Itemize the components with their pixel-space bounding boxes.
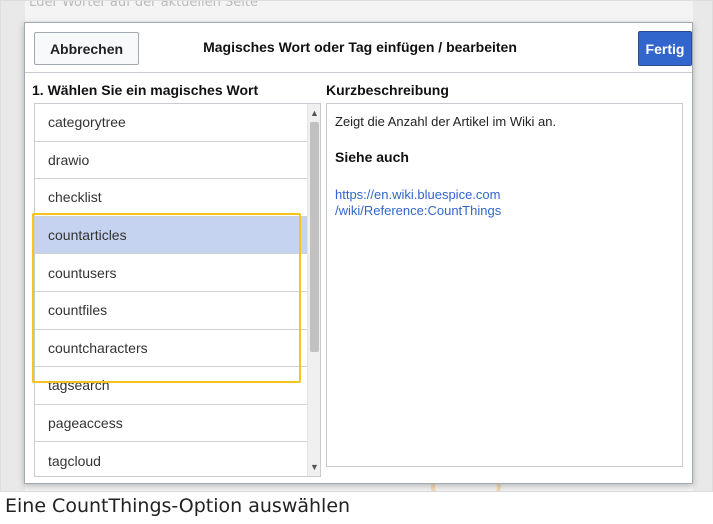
scrollbar-thumb[interactable] [310,122,319,352]
description-text: Zeigt die Anzahl der Artikel im Wiki an. [335,114,557,129]
reference-link-line2: /wiki/Reference:CountThings [335,203,502,218]
list-item-label: countarticles [48,227,127,244]
list-item-countarticles[interactable]: countarticles [35,216,307,255]
list-item-label: categorytree [48,114,126,131]
list-item-label: checklist [48,189,102,206]
list-item-countcharacters[interactable]: countcharacters [35,330,307,368]
magic-word-list[interactable]: categorytree drawio checklist countarticles… [34,103,321,477]
see-also-heading: Siehe auch [335,149,409,165]
list-item-label: countfiles [48,302,108,319]
description-panel: Zeigt die Anzahl der Artikel im Wiki an.… [326,103,683,467]
dialog-header: Abbrechen Magisches Wort oder Tag einfüg… [25,23,692,73]
list-scrollbar[interactable]: ▲ ▼ [307,104,320,476]
done-button[interactable]: Fertig [638,31,692,66]
magic-word-list-heading: 1. Wählen Sie ein magisches Wort [32,82,259,98]
list-item-checklist[interactable]: checklist [35,179,307,217]
magic-word-dialog: Abbrechen Magisches Wort oder Tag einfüg… [24,22,693,484]
list-item-label: drawio [48,151,90,168]
dialog-title: Magisches Wort oder Tag einfügen / bearb… [203,39,517,55]
list-item-countusers[interactable]: countusers [35,254,307,292]
background-partial-text: Lder Worter auf der aktuellen Seite [29,0,258,10]
list-item-label: countusers [48,264,117,281]
cancel-button[interactable]: Abbrechen [34,32,139,65]
magic-word-list-items: categorytree drawio checklist countarticles… [35,104,307,476]
scroll-down-icon[interactable]: ▼ [308,460,320,474]
list-item-label: tagcloud [48,452,101,469]
reference-link-line1: https://en.wiki.bluespice.com [335,187,501,202]
list-item-label: tagsearch [48,377,110,394]
list-item-categorytree[interactable]: categorytree [35,104,307,142]
list-item-pageaccess[interactable]: pageaccess [35,405,307,443]
list-item-drawio[interactable]: drawio [35,142,307,180]
list-item-tagcloud[interactable]: tagcloud [35,442,307,476]
reference-link[interactable]: https://en.wiki.bluespice.com /wiki/Refe… [335,187,674,219]
scroll-up-icon[interactable]: ▲ [308,106,320,120]
list-item-countfiles[interactable]: countfiles [35,292,307,330]
list-item-label: pageaccess [48,415,123,432]
image-caption: Eine CountThings-Option auswählen [5,495,351,517]
list-item-tagsearch[interactable]: tagsearch [35,367,307,405]
background-strip-left [1,1,25,491]
description-heading: Kurzbeschreibung [326,82,449,98]
background-strip-right [693,1,712,491]
list-item-label: countcharacters [48,339,148,356]
